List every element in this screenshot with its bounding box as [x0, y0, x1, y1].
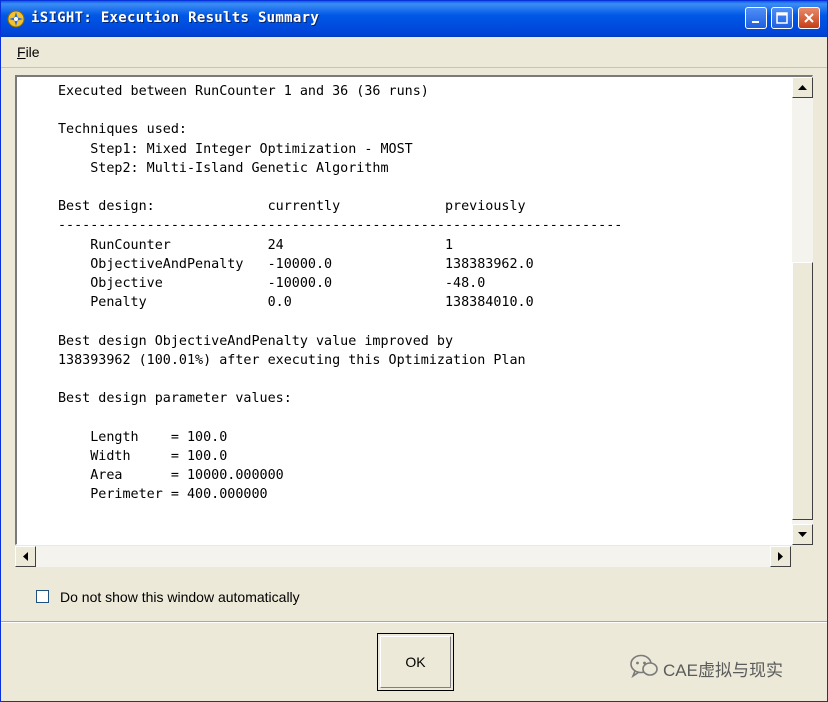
results-line: Best design ObjectiveAndPenalty value im…: [58, 333, 454, 349]
maximize-icon: [776, 12, 788, 24]
scroll-up-button[interactable]: [792, 77, 813, 98]
menu-bar: File: [1, 37, 827, 68]
arrow-up-icon: [798, 85, 807, 90]
results-line: 138393962 (100.01%) after executing this…: [58, 352, 526, 368]
vertical-scrollbar[interactable]: [792, 77, 813, 545]
results-summary-window: iSIGHT: Execution Results Summary File E…: [0, 0, 828, 702]
results-line: Step2: Multi-Island Genetic Algorithm: [58, 160, 389, 176]
results-line: Objective -10000.0 -48.0: [58, 276, 486, 292]
minimize-icon: [752, 21, 759, 23]
menu-file-mnemonic: F: [17, 44, 26, 60]
arrow-right-icon: [778, 552, 783, 561]
arrow-down-icon: [798, 532, 807, 537]
auto-show-label[interactable]: Do not show this window automatically: [60, 589, 300, 605]
divider: [1, 621, 827, 623]
scroll-right-button[interactable]: [770, 546, 791, 567]
ok-button-label: OK: [380, 636, 451, 688]
results-text: Executed between RunCounter 1 and 36 (36…: [58, 82, 622, 504]
horizontal-scrollbar[interactable]: [15, 546, 791, 567]
results-line: Techniques used:: [58, 122, 187, 138]
menu-file[interactable]: File: [17, 44, 40, 60]
close-icon: [804, 13, 814, 23]
results-line: RunCounter 24 1: [58, 237, 454, 253]
results-line: Executed between RunCounter 1 and 36 (36…: [58, 84, 429, 99]
maximize-button[interactable]: [771, 7, 793, 29]
title-bar[interactable]: iSIGHT: Execution Results Summary: [1, 1, 827, 37]
results-line: Area = 10000.000000: [58, 468, 284, 484]
results-text-area[interactable]: Executed between RunCounter 1 and 36 (36…: [15, 75, 813, 545]
results-line: ----------------------------------------…: [58, 218, 623, 234]
arrow-left-icon: [23, 552, 28, 561]
results-line: Best design parameter values:: [58, 391, 292, 407]
results-line: ObjectiveAndPenalty -10000.0 138383962.0: [58, 256, 534, 272]
auto-show-checkbox[interactable]: [36, 590, 49, 603]
menu-file-label: ile: [25, 44, 40, 60]
vertical-scroll-thumb[interactable]: [792, 262, 813, 520]
results-line: Penalty 0.0 138384010.0: [58, 295, 534, 311]
results-line: Width = 100.0: [58, 448, 228, 464]
window-title: iSIGHT: Execution Results Summary: [31, 10, 320, 26]
scroll-left-button[interactable]: [15, 546, 36, 567]
results-line: Perimeter = 400.000000: [58, 487, 268, 503]
results-line: Step1: Mixed Integer Optimization - MOST: [58, 141, 413, 157]
isight-app-icon: [7, 10, 25, 28]
scroll-down-button[interactable]: [792, 524, 813, 545]
watermark: CAE虚拟与现实: [629, 653, 783, 681]
ok-button[interactable]: OK: [377, 633, 454, 691]
close-button[interactable]: [798, 7, 820, 29]
wechat-icon: [630, 654, 658, 679]
results-line: Length = 100.0: [58, 429, 228, 445]
results-line: Best design: currently previously: [58, 199, 526, 215]
minimize-button[interactable]: [745, 7, 767, 29]
watermark-text: CAE虚拟与现实: [663, 661, 783, 680]
